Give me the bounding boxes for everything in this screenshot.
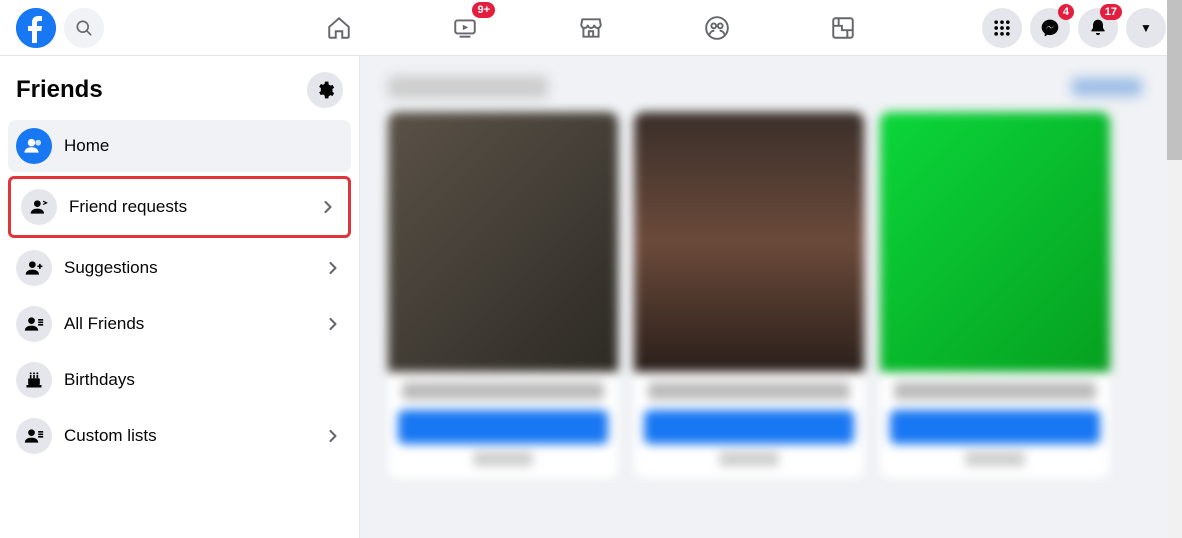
chevron-right-icon	[318, 197, 338, 217]
groups-icon	[704, 15, 730, 41]
sidebar-item-birthdays[interactable]: Birthdays	[8, 354, 351, 406]
friend-card-blurred	[388, 112, 618, 480]
right-nav: 4 17 ▼	[982, 8, 1166, 48]
top-navbar: 9+ 4 17 ▼	[0, 0, 1182, 56]
sidebar: Friends Home Friend requests Suggestions…	[0, 56, 360, 538]
sidebar-title: Friends	[16, 76, 103, 104]
gear-icon	[315, 80, 335, 100]
friends-home-icon	[24, 136, 44, 156]
see-all-link-blurred	[1072, 78, 1142, 96]
sidebar-item-suggestions[interactable]: Suggestions	[8, 242, 351, 294]
sidebar-item-custom-lists[interactable]: Custom lists	[8, 410, 351, 462]
account-button[interactable]: ▼	[1126, 8, 1166, 48]
settings-button[interactable]	[307, 72, 343, 108]
all-friends-icon	[24, 314, 44, 334]
messenger-badge: 4	[1058, 4, 1074, 20]
friend-card-blurred	[634, 112, 864, 480]
nav-watch[interactable]: 9+	[441, 4, 489, 52]
main-content	[360, 56, 1182, 538]
home-icon	[326, 15, 352, 41]
scrollbar-track[interactable]	[1167, 0, 1182, 538]
sidebar-item-label: Birthdays	[64, 370, 343, 390]
sidebar-item-label: Custom lists	[64, 426, 323, 446]
chevron-right-icon	[323, 314, 343, 334]
grid-icon	[992, 18, 1012, 38]
caret-down-icon: ▼	[1140, 21, 1152, 35]
chevron-right-icon	[323, 258, 343, 278]
sidebar-item-home[interactable]: Home	[8, 120, 351, 172]
friend-card-blurred	[880, 112, 1110, 480]
birthday-icon	[24, 370, 44, 390]
search-button[interactable]	[64, 8, 104, 48]
highlight-annotation: Friend requests	[8, 176, 351, 238]
nav-marketplace[interactable]	[567, 4, 615, 52]
sidebar-item-friend-requests[interactable]: Friend requests	[13, 181, 346, 233]
scrollbar-thumb[interactable]	[1167, 0, 1182, 160]
menu-button[interactable]	[982, 8, 1022, 48]
sidebar-item-label: All Friends	[64, 314, 323, 334]
friend-request-icon	[29, 197, 49, 217]
watch-badge: 9+	[472, 2, 495, 18]
nav-gaming[interactable]	[819, 4, 867, 52]
chevron-right-icon	[323, 426, 343, 446]
suggestions-icon	[24, 258, 44, 278]
sidebar-item-label: Suggestions	[64, 258, 323, 278]
sidebar-item-all-friends[interactable]: All Friends	[8, 298, 351, 350]
facebook-logo[interactable]	[16, 8, 56, 48]
marketplace-icon	[578, 15, 604, 41]
notifications-button[interactable]: 17	[1078, 8, 1118, 48]
sidebar-item-label: Home	[64, 136, 343, 156]
nav-groups[interactable]	[693, 4, 741, 52]
watch-icon	[452, 15, 478, 41]
search-icon	[74, 18, 94, 38]
section-heading-blurred	[388, 76, 548, 98]
messenger-button[interactable]: 4	[1030, 8, 1070, 48]
gaming-icon	[830, 15, 856, 41]
nav-home[interactable]	[315, 4, 363, 52]
sidebar-item-label: Friend requests	[69, 197, 318, 217]
bell-icon	[1088, 18, 1108, 38]
custom-lists-icon	[24, 426, 44, 446]
notifications-badge: 17	[1100, 4, 1122, 20]
messenger-icon	[1040, 18, 1060, 38]
